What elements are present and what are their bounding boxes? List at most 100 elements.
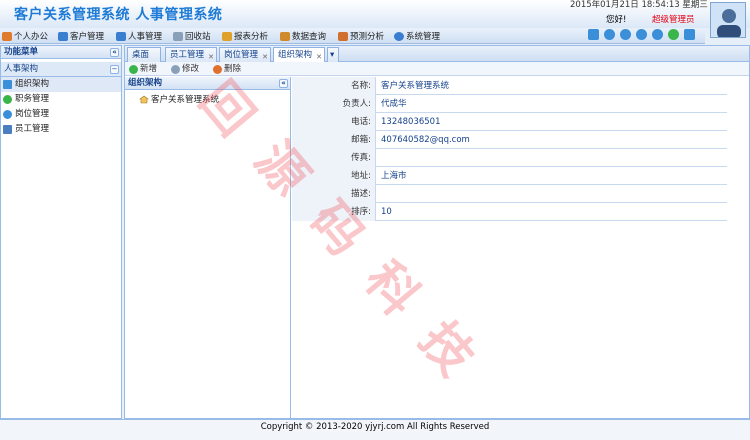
- avatar-icon: [717, 9, 741, 37]
- detail-label: 传真:: [292, 149, 376, 167]
- menu-label: 预测分析: [350, 32, 385, 42]
- info-icon[interactable]: [652, 29, 663, 40]
- menu-label: 数据查询: [292, 32, 327, 42]
- detail-row-phone: 电话: 13248036501: [292, 113, 727, 131]
- detail-row-manager: 负责人: 代成华: [292, 95, 727, 113]
- accordion-hr-structure[interactable]: 人事架构 −: [1, 62, 121, 77]
- menu-query[interactable]: 数据查询: [280, 29, 326, 43]
- collapse-left-icon[interactable]: «: [110, 48, 119, 57]
- sidebar: 功能菜单 « 人事架构 − 组织架构 职务管理 岗位管理 员工管理: [0, 45, 122, 419]
- accordion-title: 人事架构: [4, 64, 39, 74]
- menu-recycle[interactable]: 回收站: [173, 29, 211, 43]
- org-tree-root[interactable]: 客户关系管理系统: [139, 93, 219, 105]
- sidebar-item-post[interactable]: 岗位管理: [1, 107, 121, 122]
- chart-icon: [338, 31, 348, 41]
- delete-button[interactable]: 删除: [213, 63, 241, 75]
- detail-value: 10: [381, 207, 392, 217]
- home-quick-icon[interactable]: [588, 29, 599, 40]
- detail-form: 名称: 客户关系管理系统 负责人: 代成华 电话: 13248036501 邮箱: 40…: [292, 77, 749, 418]
- search-data-icon: [280, 31, 290, 41]
- settings-icon[interactable]: [620, 29, 631, 40]
- gear-icon: [394, 31, 404, 41]
- detail-label: 负责人:: [292, 95, 376, 113]
- org-root-label: 客户关系管理系统: [151, 95, 220, 105]
- detail-value: 407640582@qq.com: [381, 135, 470, 145]
- sidebar-item-staff[interactable]: 员工管理: [1, 122, 121, 137]
- datetime: 2015年01月21日 18:54:13 星期三: [570, 0, 708, 10]
- detail-row-name: 名称: 客户关系管理系统: [292, 77, 727, 95]
- menu-label: 客户管理: [70, 32, 105, 42]
- edit-button[interactable]: 修改: [171, 63, 199, 75]
- house-icon: [139, 95, 149, 103]
- menu-report[interactable]: 报表分析: [222, 29, 268, 43]
- toolbar: 新增 修改 删除: [125, 62, 749, 76]
- detail-value: 上海市: [381, 171, 407, 181]
- edit-icon: [171, 64, 180, 74]
- refresh-icon[interactable]: [668, 29, 679, 40]
- tab-org[interactable]: 组织架构 ✕: [273, 47, 325, 63]
- menu-personal-office[interactable]: 个人办公: [2, 29, 48, 43]
- greeting: 您好!: [606, 15, 627, 25]
- job-icon: [3, 95, 12, 104]
- detail-label: 名称:: [292, 77, 376, 95]
- add-label: 新增: [140, 64, 158, 74]
- org-tree-panel: 组织架构 « 客户关系管理系统: [125, 77, 291, 418]
- tab-post[interactable]: 岗位管理 ✕: [219, 47, 271, 62]
- sidebar-item-label: 组织架构: [15, 79, 50, 89]
- user-role[interactable]: 超级管理员: [652, 13, 695, 25]
- menu-label: 个人办公: [14, 32, 49, 42]
- quick-icons: [588, 29, 706, 43]
- menu-system[interactable]: 系统管理: [394, 29, 440, 43]
- app-header: 客户关系管理系统 人事管理系统 2015年01月21日 18:54:13 星期三…: [0, 0, 750, 28]
- sidebar-title: 功能菜单: [4, 47, 39, 57]
- footer: Copyright © 2013-2020 yjyrj.com All Righ…: [0, 419, 750, 440]
- menu-label: 回收站: [185, 32, 211, 42]
- detail-label: 排序:: [292, 203, 376, 221]
- detail-value: 13248036501: [381, 117, 441, 127]
- report-icon: [222, 31, 232, 41]
- collapse-left-icon[interactable]: «: [279, 79, 288, 88]
- menu-hr[interactable]: 人事管理: [116, 29, 162, 43]
- tab-staff[interactable]: 员工管理 ✕: [165, 47, 217, 62]
- sidebar-item-job[interactable]: 职务管理: [1, 92, 121, 107]
- menu-label: 报表分析: [234, 32, 269, 42]
- main-panel: 桌面 员工管理 ✕ 岗位管理 ✕ 组织架构 ✕ ▾ 新增 修改 删除 组织架构 « 客…: [124, 45, 750, 419]
- menu-label: 系统管理: [406, 32, 441, 42]
- detail-value: 客户关系管理系统: [381, 81, 450, 91]
- menu-label: 人事管理: [128, 32, 163, 42]
- help-icon[interactable]: [636, 29, 647, 40]
- menu-customer[interactable]: 客户管理: [58, 29, 104, 43]
- sidebar-item-org[interactable]: 组织架构: [1, 77, 121, 92]
- detail-value: 代成华: [381, 99, 407, 109]
- lock-icon[interactable]: [604, 29, 615, 40]
- copyright-text: Copyright © 2013-2020 yjyrj.com All Righ…: [260, 422, 490, 432]
- tab-label: 岗位管理: [224, 50, 259, 60]
- users-icon: [116, 31, 126, 41]
- sidebar-item-label: 职务管理: [15, 94, 50, 104]
- minus-icon[interactable]: −: [110, 65, 119, 74]
- home-icon: [2, 31, 12, 41]
- delete-icon: [213, 64, 222, 74]
- app-title: 客户关系管理系统 人事管理系统: [14, 7, 223, 23]
- avatar[interactable]: [710, 2, 746, 38]
- detail-row-description: 描述:: [292, 185, 727, 203]
- trash-icon: [173, 31, 183, 41]
- detail-label: 邮箱:: [292, 131, 376, 149]
- detail-row-address: 地址: 上海市: [292, 167, 727, 185]
- detail-label: 电话:: [292, 113, 376, 131]
- sidebar-item-label: 员工管理: [15, 124, 50, 134]
- org-tree-title: 组织架构: [128, 78, 163, 88]
- tab-desktop[interactable]: 桌面: [127, 47, 161, 62]
- tab-dropdown[interactable]: ▾: [327, 47, 339, 62]
- sidebar-header: 功能菜单 «: [1, 46, 121, 59]
- detail-label: 地址:: [292, 167, 376, 185]
- logout-icon[interactable]: [684, 29, 695, 40]
- edit-label: 修改: [182, 64, 200, 74]
- tab-label: 桌面: [132, 50, 150, 60]
- org-icon: [3, 80, 12, 89]
- sidebar-item-label: 岗位管理: [15, 109, 50, 119]
- add-button[interactable]: 新增: [129, 63, 157, 75]
- menu-forecast[interactable]: 预测分析: [338, 29, 384, 43]
- detail-row-fax: 传真:: [292, 149, 727, 167]
- delete-label: 删除: [224, 64, 242, 74]
